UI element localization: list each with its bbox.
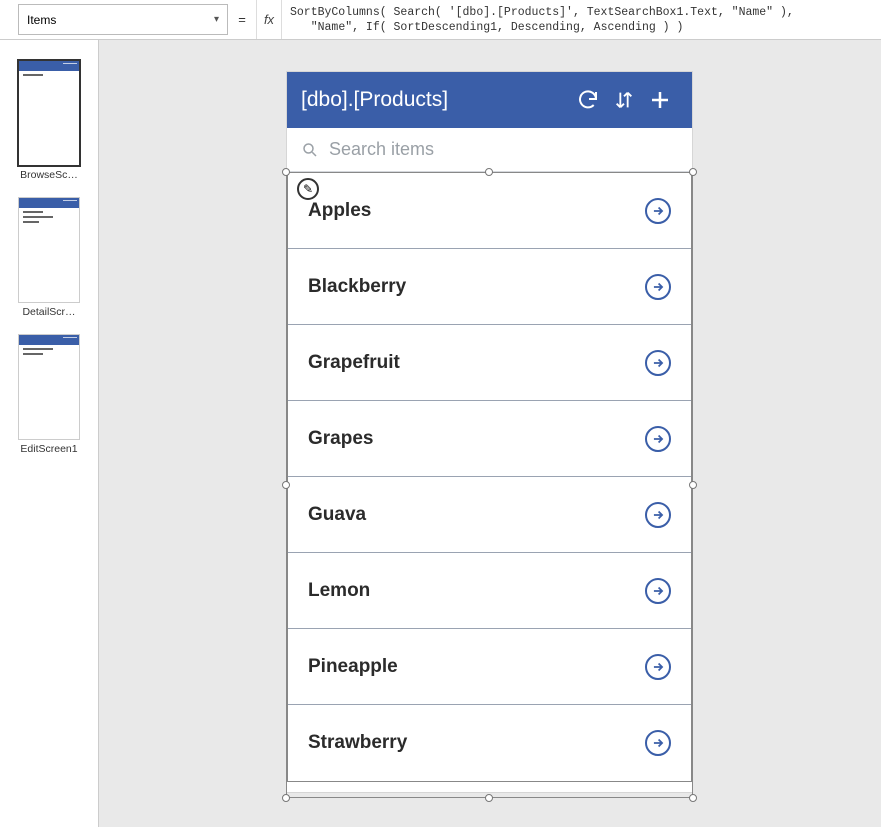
list-item[interactable]: Lemon	[288, 553, 691, 629]
selection-handle[interactable]	[282, 481, 290, 489]
screen-thumb-label: EditScreen1	[13, 443, 85, 455]
fx-label: fx	[256, 0, 282, 39]
list-item-label: Lemon	[308, 580, 370, 602]
list-item-label: Grapefruit	[308, 352, 400, 374]
arrow-right-icon[interactable]	[645, 654, 671, 680]
property-dropdown[interactable]: Items ▾	[18, 4, 228, 35]
arrow-right-icon[interactable]	[645, 578, 671, 604]
selection-handle[interactable]	[282, 168, 290, 176]
list-item-label: Blackberry	[308, 276, 406, 298]
screen-thumb-browse[interactable]: BrowseSc…	[0, 60, 98, 181]
refresh-icon[interactable]	[570, 82, 606, 118]
search-icon	[301, 141, 319, 159]
selection-handle[interactable]	[689, 794, 697, 802]
selection-handle[interactable]	[689, 168, 697, 176]
arrow-right-icon[interactable]	[645, 274, 671, 300]
list-item-label: Grapes	[308, 428, 373, 450]
edit-template-badge[interactable]: ✎	[297, 178, 319, 200]
app-header: [dbo].[Products]	[287, 72, 692, 128]
search-input[interactable]	[329, 139, 678, 160]
arrow-right-icon[interactable]	[645, 198, 671, 224]
browse-gallery[interactable]: Apples Blackberry Grapefruit Grapes Guava Lem…	[287, 172, 692, 782]
design-canvas: [dbo].[Products]	[99, 40, 881, 827]
list-item-label: Pineapple	[308, 656, 398, 678]
pencil-icon: ✎	[303, 182, 313, 196]
formula-input[interactable]: SortByColumns( Search( '[dbo].[Products]…	[282, 0, 881, 39]
add-icon[interactable]	[642, 82, 678, 118]
chevron-down-icon: ▾	[214, 14, 219, 25]
arrow-right-icon[interactable]	[645, 502, 671, 528]
list-item[interactable]: Guava	[288, 477, 691, 553]
screen-thumb-label: DetailScr…	[13, 306, 85, 318]
search-row	[287, 128, 692, 172]
arrow-right-icon[interactable]	[645, 350, 671, 376]
arrow-right-icon[interactable]	[645, 730, 671, 756]
phone-preview: [dbo].[Products]	[287, 72, 692, 792]
screen-thumb-label: BrowseSc…	[13, 169, 85, 181]
property-dropdown-value: Items	[27, 13, 56, 27]
list-item[interactable]: Apples	[288, 173, 691, 249]
selection-handle[interactable]	[485, 794, 493, 802]
list-item[interactable]: Blackberry	[288, 249, 691, 325]
list-item-label: Guava	[308, 504, 366, 526]
selection-handle[interactable]	[689, 481, 697, 489]
list-item[interactable]: Grapefruit	[288, 325, 691, 401]
screen-thumb-edit[interactable]: EditScreen1	[0, 334, 98, 455]
screen-thumb-detail[interactable]: DetailScr…	[0, 197, 98, 318]
arrow-right-icon[interactable]	[645, 426, 671, 452]
list-item[interactable]: Pineapple	[288, 629, 691, 705]
list-item[interactable]: Grapes	[288, 401, 691, 477]
screens-panel: BrowseSc… DetailScr… EditScreen1	[0, 40, 99, 827]
selection-handle[interactable]	[282, 794, 290, 802]
app-title: [dbo].[Products]	[301, 88, 570, 112]
list-item-label: Strawberry	[308, 732, 407, 754]
equals-label: =	[228, 0, 256, 39]
list-item-label: Apples	[308, 200, 371, 222]
sort-icon[interactable]	[606, 82, 642, 118]
formula-bar: Items ▾ = fx SortByColumns( Search( '[db…	[0, 0, 881, 40]
list-item[interactable]: Strawberry	[288, 705, 691, 781]
selection-handle[interactable]	[485, 168, 493, 176]
